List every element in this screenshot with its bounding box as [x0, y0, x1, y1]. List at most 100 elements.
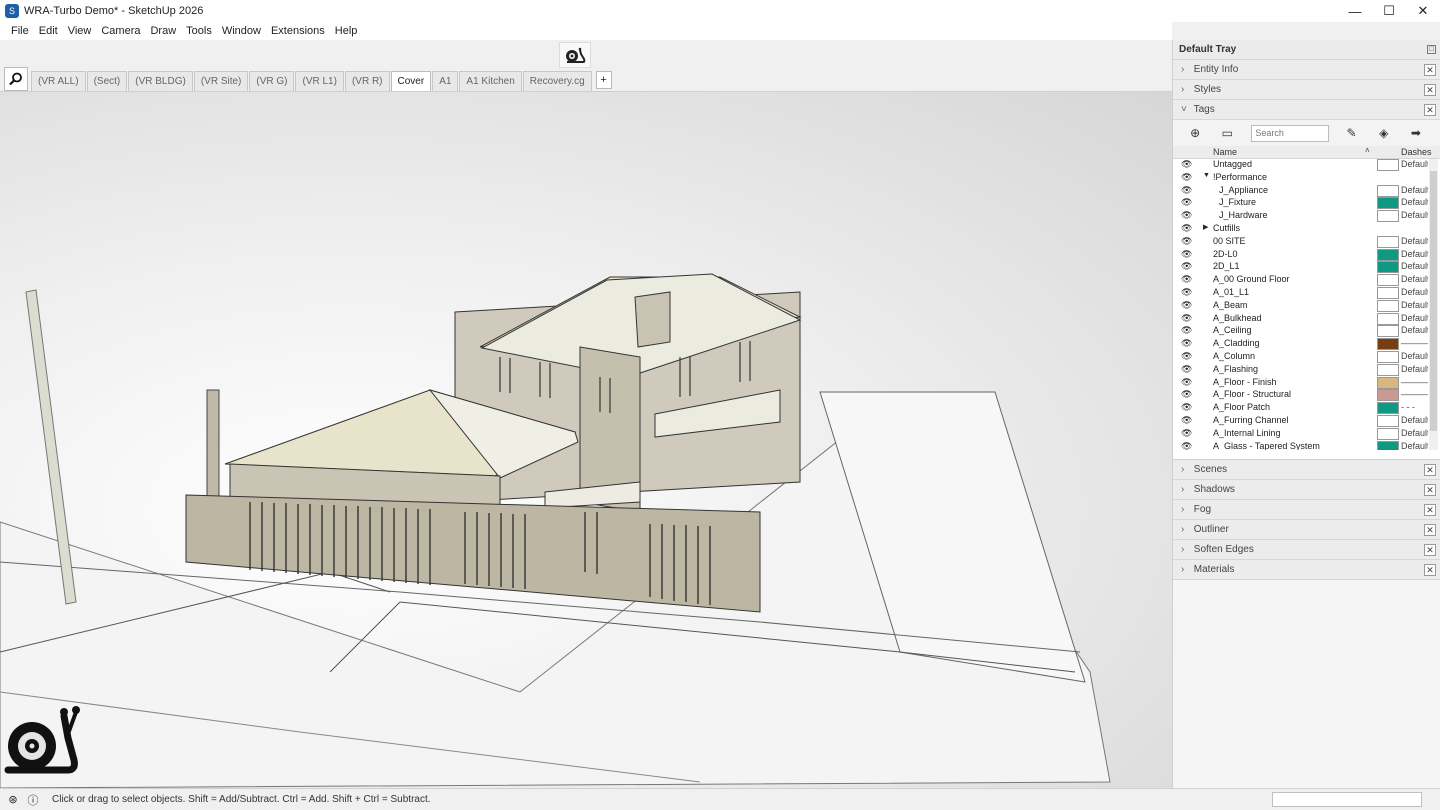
snail-toolbar-button[interactable]	[559, 42, 591, 68]
tag-row[interactable]: 👁 J_Hardware Default	[1173, 210, 1428, 223]
tag-row[interactable]: 👁 2D_L1 Default	[1173, 261, 1428, 274]
tray-pin-icon[interactable]: □	[1427, 45, 1436, 54]
tag-dash[interactable]: Default	[1401, 261, 1428, 271]
scrollbar-thumb[interactable]	[1430, 171, 1437, 431]
panel-scenes[interactable]: › Scenes ✕	[1173, 460, 1440, 480]
tag-color-swatch[interactable]	[1377, 197, 1399, 210]
eye-icon[interactable]: 👁	[1181, 325, 1192, 336]
close-icon[interactable]: ✕	[1424, 564, 1436, 576]
minimize-button[interactable]: —	[1338, 0, 1372, 22]
column-name-header[interactable]: Name	[1213, 147, 1237, 157]
info-icon[interactable]: ⓘ	[26, 793, 40, 807]
tag-dash[interactable]: Default	[1401, 415, 1428, 425]
column-dashes-header[interactable]: Dashes	[1401, 147, 1432, 157]
scene-tab[interactable]: Recovery.cg	[522, 71, 592, 91]
panel-tags[interactable]: ˅ Tags ✕	[1173, 100, 1440, 120]
eye-icon[interactable]: 👁	[1181, 172, 1192, 183]
tag-row[interactable]: 👁 A_Bulkhead Default	[1173, 312, 1428, 326]
tag-dash[interactable]: Default	[1401, 236, 1428, 246]
tag-row[interactable]: 👁 A_00 Ground Floor Default	[1173, 274, 1428, 287]
eye-icon[interactable]: 👁	[1181, 274, 1192, 285]
color-by-tag-icon[interactable]: ◈	[1376, 123, 1392, 143]
tag-row[interactable]: 👁 00 SITE Default	[1173, 235, 1428, 249]
tag-color-swatch[interactable]	[1377, 159, 1399, 171]
tag-color-swatch[interactable]	[1377, 350, 1399, 363]
tag-row[interactable]: 👁 A_Flashing Default	[1173, 363, 1428, 377]
panel-outliner[interactable]: › Outliner ✕	[1173, 520, 1440, 540]
tag-row[interactable]: 👁 A_Cladding ———	[1173, 338, 1428, 351]
eye-icon[interactable]: 👁	[1181, 313, 1192, 324]
menu-edit[interactable]: Edit	[34, 25, 63, 37]
eye-icon[interactable]: 👁	[1181, 415, 1192, 426]
menu-view[interactable]: View	[63, 25, 97, 37]
tag-row[interactable]: 👁 A_Furring Channel Default	[1173, 414, 1428, 428]
eye-icon[interactable]: 👁	[1181, 197, 1192, 208]
tags-search-input[interactable]	[1251, 124, 1330, 142]
tag-dash[interactable]: Default	[1401, 364, 1428, 374]
tag-color-swatch[interactable]	[1377, 261, 1399, 274]
eye-icon[interactable]: 👁	[1181, 377, 1192, 388]
tag-row[interactable]: 👁 A_01_L1 Default	[1173, 286, 1428, 300]
close-icon[interactable]: ✕	[1424, 64, 1436, 76]
tag-list-scrollbar[interactable]	[1429, 159, 1438, 450]
close-button[interactable]: ✕	[1406, 0, 1440, 22]
eye-icon[interactable]: 👁	[1181, 236, 1192, 247]
tag-row[interactable]: 👁 A_Column Default	[1173, 350, 1428, 364]
tag-dash[interactable]: Default	[1401, 210, 1428, 220]
eye-icon[interactable]: 👁	[1181, 210, 1192, 221]
close-icon[interactable]: ✕	[1424, 524, 1436, 536]
tag-folder-row[interactable]: 👁 ▶ Cutfills	[1173, 223, 1428, 236]
eye-icon[interactable]: 👁	[1181, 249, 1192, 260]
tag-color-swatch[interactable]	[1377, 248, 1399, 261]
menu-help[interactable]: Help	[330, 25, 363, 37]
tag-dash[interactable]: Default	[1401, 325, 1428, 335]
scene-tab[interactable]: (VR R)	[344, 71, 390, 91]
panel-shadows[interactable]: › Shadows ✕	[1173, 480, 1440, 500]
close-icon[interactable]: ✕	[1424, 484, 1436, 496]
eye-icon[interactable]: 👁	[1181, 223, 1192, 234]
eye-icon[interactable]: 👁	[1181, 389, 1192, 400]
search-tool-button[interactable]	[4, 67, 28, 91]
scene-tab[interactable]: (Sect)	[86, 71, 128, 91]
tag-dash[interactable]: ———	[1401, 338, 1428, 348]
tag-row[interactable]: 👁 J_Fixture Default	[1173, 197, 1428, 210]
tag-color-swatch[interactable]	[1377, 440, 1399, 450]
triangle-down-icon[interactable]: ▼	[1203, 172, 1210, 179]
scene-tab[interactable]: (VR L1)	[295, 71, 344, 91]
tag-color-swatch[interactable]	[1377, 286, 1399, 299]
geo-location-icon[interactable]: ⊛	[6, 793, 20, 807]
tag-dash[interactable]: Default	[1401, 159, 1428, 169]
close-icon[interactable]: ✕	[1424, 464, 1436, 476]
menu-window[interactable]: Window	[217, 25, 266, 37]
scene-tab[interactable]: A1	[432, 71, 459, 91]
sort-up-icon[interactable]: ˄	[1365, 146, 1370, 155]
tag-color-swatch[interactable]	[1377, 363, 1399, 376]
eye-icon[interactable]: 👁	[1181, 261, 1192, 272]
eye-icon[interactable]: 👁	[1181, 159, 1192, 170]
tag-row[interactable]: 👁 A_Floor Patch - - -	[1173, 402, 1428, 415]
details-arrow-icon[interactable]: ➡	[1408, 123, 1424, 143]
panel-styles[interactable]: › Styles ✕	[1173, 80, 1440, 100]
tag-dash[interactable]: Default	[1401, 197, 1428, 207]
tag-color-swatch[interactable]	[1377, 299, 1399, 312]
add-scene-button[interactable]: +	[595, 71, 612, 89]
tag-color-swatch[interactable]	[1377, 235, 1399, 248]
tag-row[interactable]: 👁 2D-L0 Default	[1173, 248, 1428, 262]
tag-dash[interactable]: Default	[1401, 300, 1428, 310]
menu-draw[interactable]: Draw	[145, 25, 181, 37]
eye-icon[interactable]: 👁	[1181, 428, 1192, 439]
scene-tab[interactable]: (VR Site)	[193, 71, 249, 91]
tag-dash[interactable]: Default	[1401, 274, 1428, 284]
tag-color-swatch[interactable]	[1377, 210, 1399, 223]
add-folder-icon[interactable]: ▭	[1219, 123, 1235, 143]
tag-color-swatch[interactable]	[1377, 389, 1399, 402]
tag-dash[interactable]: Default	[1401, 428, 1428, 438]
tag-row[interactable]: 👁 A_Internal Lining Default	[1173, 427, 1428, 441]
tag-color-swatch[interactable]	[1377, 414, 1399, 427]
close-icon[interactable]: ✕	[1424, 544, 1436, 556]
tag-color-swatch[interactable]	[1377, 427, 1399, 440]
eye-icon[interactable]: 👁	[1181, 441, 1192, 450]
tag-color-swatch[interactable]	[1377, 312, 1399, 325]
tag-dash[interactable]: Default	[1401, 351, 1428, 361]
pencil-icon[interactable]: ✎	[1343, 123, 1359, 143]
